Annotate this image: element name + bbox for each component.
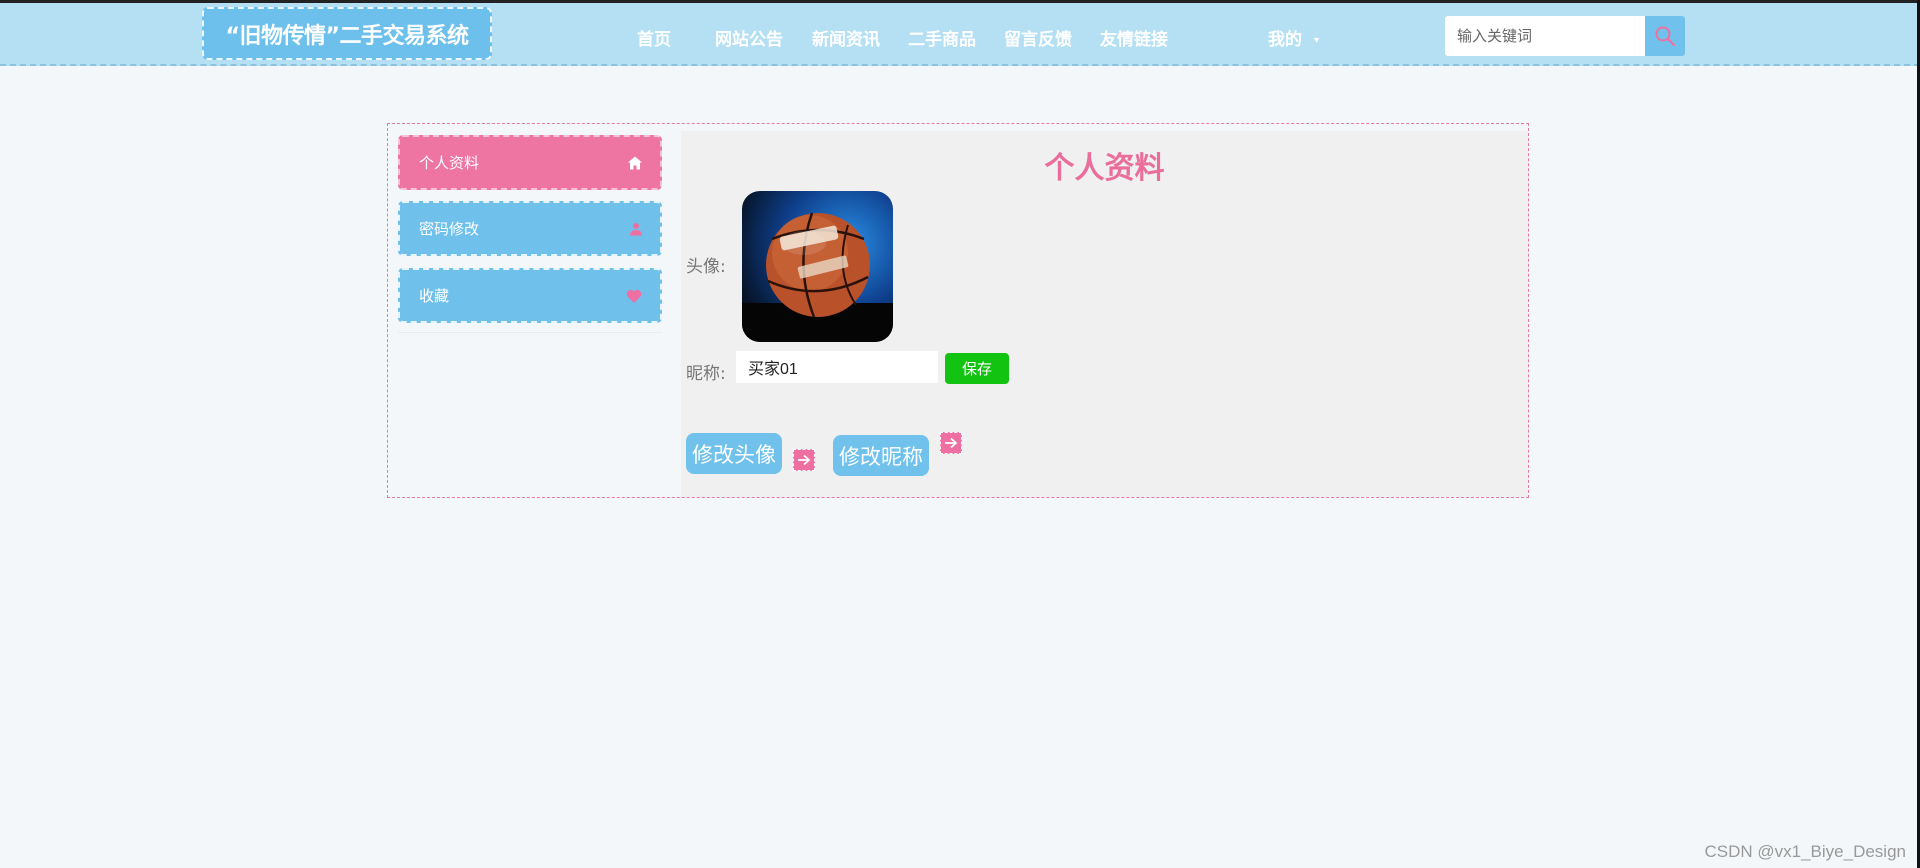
- sidebar-item-profile[interactable]: 个人资料: [398, 135, 662, 190]
- nav-products[interactable]: 二手商品: [908, 25, 976, 50]
- arrow-right-icon: [798, 454, 811, 466]
- change-nickname-button[interactable]: 修改昵称: [833, 435, 929, 476]
- sidebar-item-password[interactable]: 密码修改: [398, 201, 662, 256]
- search-button[interactable]: [1645, 16, 1685, 56]
- search-input[interactable]: [1445, 16, 1645, 56]
- nav-feedback[interactable]: 留言反馈: [1004, 25, 1072, 50]
- chevron-down-icon: ▾: [1314, 34, 1320, 46]
- nickname-input[interactable]: [736, 351, 938, 383]
- nav-home[interactable]: 首页: [637, 25, 671, 50]
- change-avatar-button[interactable]: 修改头像: [686, 433, 782, 474]
- user-icon: [630, 222, 642, 235]
- avatar-label: 头像:: [686, 257, 726, 277]
- change-nickname-arrow-button[interactable]: [940, 432, 962, 454]
- sidebar-item-favorites[interactable]: 收藏: [398, 268, 662, 323]
- basketball-image: [742, 212, 893, 342]
- search-icon: [1655, 26, 1676, 47]
- profile-content: 个人资料 头像: 昵称: 保存 修改头像: [681, 131, 1528, 497]
- avatar: [742, 191, 893, 342]
- sidebar-divider: [398, 332, 662, 333]
- nickname-label: 昵称:: [686, 364, 726, 384]
- heart-icon: [626, 289, 642, 303]
- arrow-right-icon: [945, 437, 958, 449]
- nav-news[interactable]: 新闻资讯: [812, 25, 880, 50]
- nav-announcements[interactable]: 网站公告: [715, 25, 783, 50]
- sidebar-item-label: 收藏: [419, 287, 450, 305]
- nav-mine[interactable]: 我的 ▾: [1268, 25, 1319, 50]
- footer-watermark: CSDN @vx1_Biye_Design: [1704, 842, 1906, 861]
- sidebar-item-label: 个人资料: [419, 154, 480, 172]
- user-center-panel: 个人资料 密码修改 收藏 个人资料 头像: 昵称: 买家01 保存 修改头像 修…: [387, 123, 1529, 498]
- home-icon: [628, 156, 642, 169]
- nav-links[interactable]: 友情链接: [1100, 25, 1168, 50]
- page-title: 个人资料: [1044, 151, 1165, 186]
- nav-mine-label: 我的: [1268, 30, 1302, 50]
- top-navbar: “旧物传情”二手交易系统 首页 网站公告 新闻资讯 二手商品 留言反馈 友情链接…: [0, 0, 1920, 66]
- sidebar-item-label: 密码修改: [419, 220, 480, 238]
- save-button[interactable]: 保存: [945, 353, 1009, 384]
- change-avatar-arrow-button[interactable]: [793, 449, 815, 471]
